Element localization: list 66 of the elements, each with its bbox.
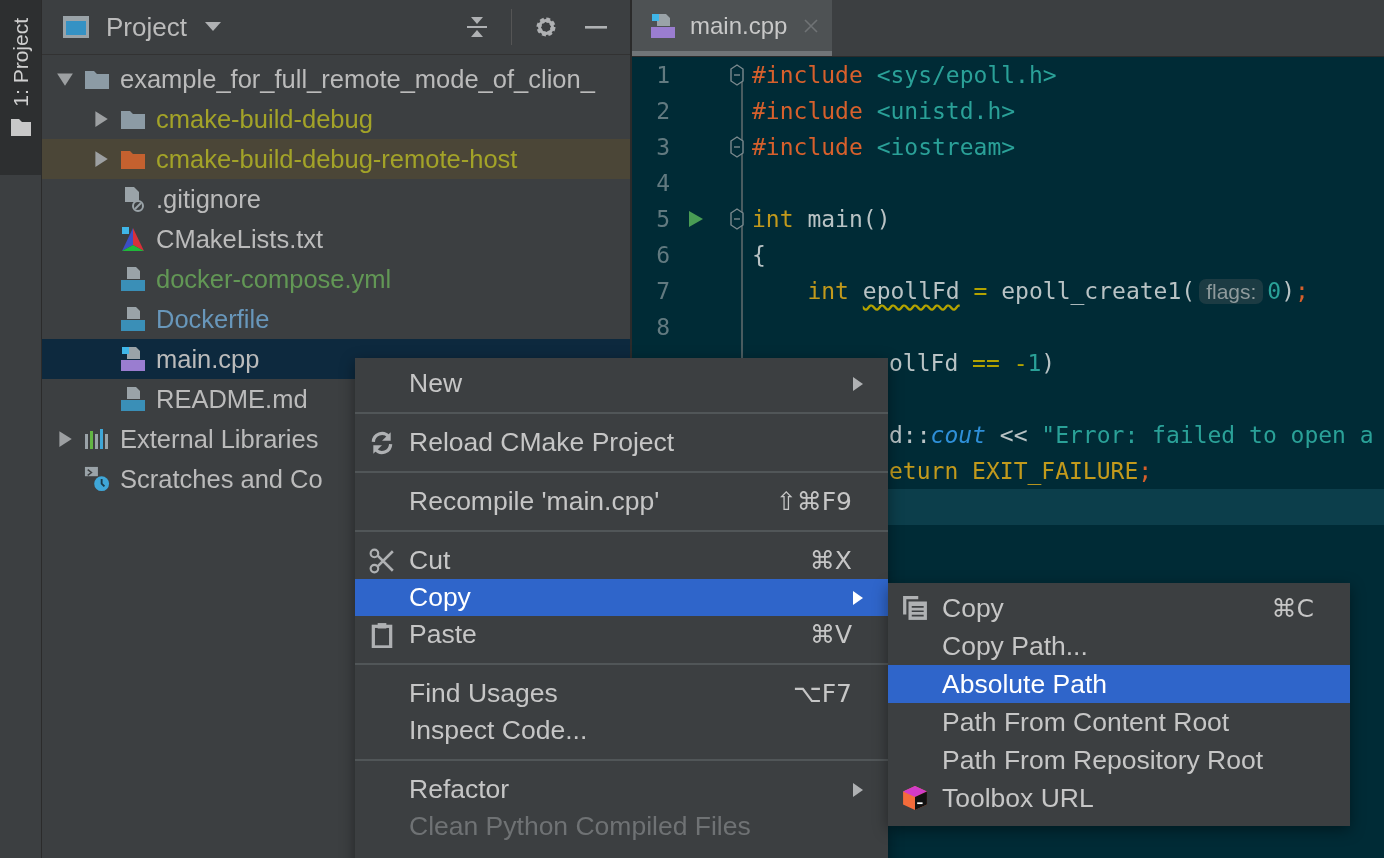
line-number: 8 — [655, 314, 670, 340]
line-number: 1 — [655, 62, 670, 88]
expand-arrow-icon[interactable] — [92, 150, 110, 168]
window-icon — [62, 15, 90, 39]
menu-item[interactable]: Recompile 'main.cpp' ⇧⌘F9 — [355, 483, 888, 520]
collapse-all-icon[interactable] — [465, 15, 489, 39]
project-tool-tab[interactable]: 1: Project — [0, 0, 41, 175]
fold-icon[interactable] — [730, 136, 744, 158]
editor-tab[interactable]: main.cpp — [632, 0, 832, 56]
menu-item[interactable]: Inspect Code... — [355, 712, 888, 749]
view-dropdown[interactable]: Project — [100, 11, 227, 43]
menu-item[interactable]: Reload CMake Project — [355, 424, 888, 461]
folder-icon — [9, 116, 32, 137]
code-line: int main() — [752, 206, 891, 232]
scissors-icon — [369, 547, 395, 574]
tree-item[interactable]: CMakeLists.txt — [42, 219, 630, 259]
menu-item[interactable]: Refactor — [355, 771, 888, 808]
file-icon — [120, 266, 146, 292]
line-number: 5 — [655, 206, 670, 232]
code-line: ollFd == -1) — [889, 350, 1056, 376]
fold-icon[interactable] — [730, 64, 744, 86]
menu-item[interactable]: Toolbox URL — [888, 779, 1350, 817]
expand-arrow-icon[interactable] — [92, 110, 110, 128]
line-number: 2 — [655, 98, 670, 124]
copy-icon — [902, 595, 928, 621]
code-line: #include <unistd.h> — [752, 98, 1016, 124]
tree-item[interactable]: .gitignore — [42, 179, 630, 219]
tree-item[interactable]: example_for_full_remote_mode_of_clion_ — [42, 59, 630, 99]
run-icon[interactable] — [688, 210, 704, 228]
menu-item[interactable]: Path From Repository Root — [888, 741, 1350, 779]
code-line: d::cout << "Error: failed to open a — [889, 422, 1374, 448]
scratches-icon — [84, 466, 110, 492]
menu-item[interactable]: Absolute Path — [888, 665, 1350, 703]
file-icon — [120, 346, 146, 372]
menu-item[interactable]: Cut ⌘X — [355, 542, 888, 579]
collapse-arrow-icon[interactable] — [56, 70, 74, 88]
tree-item[interactable]: cmake-build-debug-remote-host — [42, 139, 630, 179]
expand-arrow-icon[interactable] — [56, 430, 74, 448]
code-line: eturn EXIT_FAILURE; — [889, 458, 1153, 484]
clipboard-icon — [369, 621, 395, 648]
tree-item[interactable]: Dockerfile — [42, 299, 630, 339]
line-number: 6 — [655, 242, 670, 268]
menu-item[interactable]: Copy ⌘C — [888, 589, 1350, 627]
reload-icon — [369, 429, 395, 456]
menu-item[interactable]: Path From Content Root — [888, 703, 1350, 741]
menu-item[interactable]: Copy — [355, 579, 888, 616]
caret-icon — [204, 22, 221, 32]
code-line: int epollFd = epoll_create1( flags: 0); — [806, 278, 1309, 304]
file-icon — [120, 306, 146, 332]
code-line: { — [752, 242, 766, 268]
cmake-icon — [120, 226, 146, 252]
tree-item[interactable]: cmake-build-debug — [42, 99, 630, 139]
libraries-icon — [84, 426, 110, 452]
menu-item[interactable]: Copy Path... — [888, 627, 1350, 665]
line-number: 7 — [655, 278, 670, 304]
file-icon — [120, 386, 146, 412]
menu-item[interactable]: Find Usages ⌥F7 — [355, 675, 888, 712]
fold-icon[interactable] — [730, 208, 744, 230]
code-line: #include <sys/epoll.h> — [752, 62, 1057, 88]
settings-icon[interactable] — [534, 15, 558, 39]
line-number: 4 — [655, 170, 670, 196]
line-number: 3 — [655, 134, 670, 160]
code-line: #include <iostream> — [752, 134, 1016, 160]
file-icon — [650, 12, 676, 39]
toolbox-cube-icon — [902, 785, 928, 811]
menu-item[interactable]: Paste ⌘V — [355, 616, 888, 653]
